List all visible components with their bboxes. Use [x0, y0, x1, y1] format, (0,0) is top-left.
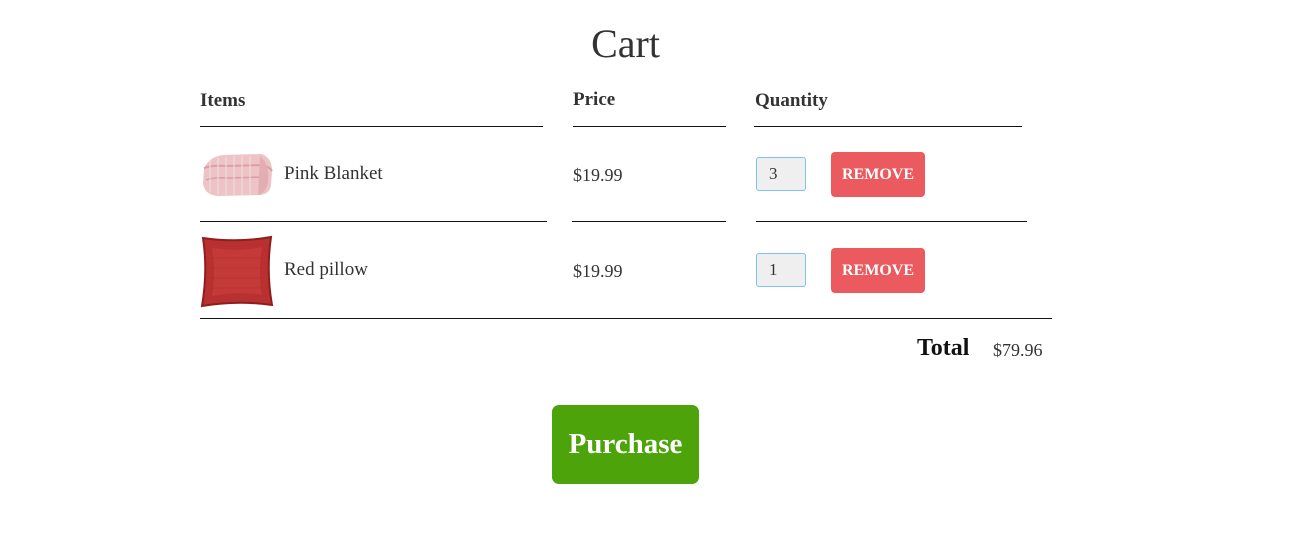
table-bottom-divider — [200, 318, 1052, 319]
quantity-input[interactable] — [756, 157, 806, 191]
header-divider — [754, 126, 1022, 127]
pink-blanket-thumbnail — [203, 154, 273, 196]
quantity-column-header: Quantity — [755, 90, 828, 111]
row-divider — [200, 221, 547, 222]
item-name: Pink Blanket — [284, 163, 383, 184]
item-price: $19.99 — [573, 261, 623, 281]
purchase-button[interactable]: Purchase — [552, 405, 699, 484]
remove-button[interactable]: REMOVE — [831, 248, 925, 293]
price-column-header: Price — [573, 89, 616, 110]
row-divider — [572, 221, 726, 222]
red-pillow-thumbnail — [200, 235, 274, 308]
remove-button[interactable]: REMOVE — [831, 152, 925, 197]
header-divider — [200, 126, 543, 127]
header-divider — [573, 126, 726, 127]
quantity-input[interactable] — [756, 253, 806, 287]
total-value: $79.96 — [993, 340, 1043, 360]
item-name: Red pillow — [284, 259, 368, 280]
item-price: $19.99 — [573, 165, 623, 185]
page-title: Cart — [591, 21, 660, 66]
items-column-header: Items — [200, 90, 246, 111]
row-divider — [756, 221, 1027, 222]
total-label: Total — [917, 335, 970, 361]
